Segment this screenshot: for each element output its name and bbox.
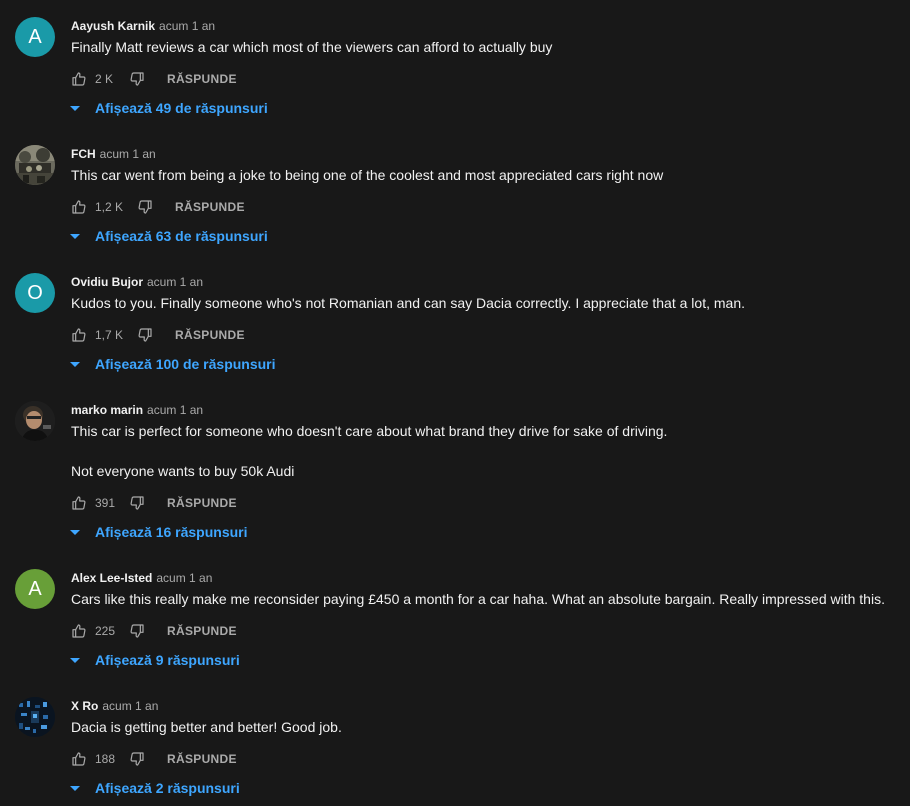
author-name[interactable]: Ovidiu Bujor (71, 275, 143, 289)
thumbs-down-icon[interactable] (129, 623, 145, 639)
comment-header: X Ro acum 1 an (71, 697, 158, 715)
like-count: 225 (95, 624, 116, 638)
avatar[interactable]: A (15, 17, 55, 57)
thumbs-down-icon[interactable] (129, 495, 145, 511)
thumbs-up-icon[interactable] (71, 751, 87, 767)
avatar[interactable]: A (15, 569, 55, 609)
thumbs-down-icon[interactable] (137, 327, 153, 343)
comment-time[interactable]: acum 1 an (156, 571, 212, 585)
avatar-letter: O (27, 281, 43, 304)
view-replies-label: Afișează 2 răspunsuri (95, 780, 240, 796)
comment-actions: 391 RĂSPUNDE (71, 491, 237, 515)
comment-actions: 188 RĂSPUNDE (71, 747, 237, 771)
reply-button[interactable]: RĂSPUNDE (167, 72, 237, 86)
comment-text: Cars like this really make me reconsider… (71, 591, 885, 607)
avatar[interactable] (15, 697, 55, 737)
comment-text: Dacia is getting better and better! Good… (71, 719, 342, 735)
thumbs-up-icon[interactable] (71, 327, 87, 343)
view-replies-label: Afișează 16 răspunsuri (95, 524, 248, 540)
comment-text: Finally Matt reviews a car which most of… (71, 39, 553, 55)
comment-time[interactable]: acum 1 an (159, 19, 215, 33)
comment-header: FCH acum 1 an (71, 145, 156, 163)
view-replies-button[interactable]: Afișează 9 răspunsuri (68, 649, 240, 671)
like-count: 188 (95, 752, 116, 766)
thumbs-down-icon[interactable] (129, 71, 145, 87)
comment-actions: 1,7 K RĂSPUNDE (71, 323, 245, 347)
comment-time[interactable]: acum 1 an (147, 275, 203, 289)
like-count: 1,2 K (95, 200, 124, 214)
view-replies-button[interactable]: Afișează 100 de răspunsuri (68, 353, 276, 375)
thumbs-down-icon[interactable] (137, 199, 153, 215)
avatar[interactable] (15, 145, 55, 185)
reply-button[interactable]: RĂSPUNDE (167, 752, 237, 766)
reply-button[interactable]: RĂSPUNDE (167, 624, 237, 638)
author-name[interactable]: marko marin (71, 403, 143, 417)
caret-down-icon (70, 529, 80, 535)
author-name[interactable]: X Ro (71, 699, 98, 713)
comment-text: This car is perfect for someone who does… (71, 423, 668, 479)
view-replies-label: Afișează 9 răspunsuri (95, 652, 240, 668)
view-replies-label: Afișează 49 de răspunsuri (95, 100, 268, 116)
comment-actions: 1,2 K RĂSPUNDE (71, 195, 245, 219)
avatar-letter: A (28, 577, 42, 600)
avatar-image (15, 401, 55, 441)
caret-down-icon (70, 233, 80, 239)
caret-down-icon (70, 785, 80, 791)
thumbs-up-icon[interactable] (71, 495, 87, 511)
view-replies-button[interactable]: Afișează 16 răspunsuri (68, 521, 248, 543)
comment-time[interactable]: acum 1 an (147, 403, 203, 417)
comment-actions: 225 RĂSPUNDE (71, 619, 237, 643)
comments-section: A Aayush Karnik acum 1 an Finally Matt re… (0, 0, 910, 806)
thumbs-down-icon[interactable] (129, 751, 145, 767)
comment-header: Alex Lee-Isted acum 1 an (71, 569, 212, 587)
author-name[interactable]: Aayush Karnik (71, 19, 155, 33)
thumbs-up-icon[interactable] (71, 623, 87, 639)
comment-actions: 2 K RĂSPUNDE (71, 67, 237, 91)
comment-time[interactable]: acum 1 an (102, 699, 158, 713)
view-replies-button[interactable]: Afișează 49 de răspunsuri (68, 97, 268, 119)
thumbs-up-icon[interactable] (71, 71, 87, 87)
caret-down-icon (70, 657, 80, 663)
view-replies-button[interactable]: Afișează 63 de răspunsuri (68, 225, 268, 247)
reply-button[interactable]: RĂSPUNDE (175, 200, 245, 214)
avatar[interactable]: O (15, 273, 55, 313)
avatar-image (15, 145, 55, 185)
avatar[interactable] (15, 401, 55, 441)
avatar-image (15, 697, 55, 737)
comment-header: marko marin acum 1 an (71, 401, 203, 419)
like-count: 2 K (95, 72, 114, 86)
view-replies-label: Afișează 63 de răspunsuri (95, 228, 268, 244)
comment-header: Ovidiu Bujor acum 1 an (71, 273, 203, 291)
like-count: 1,7 K (95, 328, 124, 342)
author-name[interactable]: Alex Lee-Isted (71, 571, 152, 585)
like-count: 391 (95, 496, 116, 510)
view-replies-label: Afișează 100 de răspunsuri (95, 356, 276, 372)
author-name[interactable]: FCH (71, 147, 96, 161)
reply-button[interactable]: RĂSPUNDE (167, 496, 237, 510)
caret-down-icon (70, 105, 80, 111)
caret-down-icon (70, 361, 80, 367)
avatar-letter: A (28, 25, 42, 48)
thumbs-up-icon[interactable] (71, 199, 87, 215)
comment-text: This car went from being a joke to being… (71, 167, 664, 183)
comment-header: Aayush Karnik acum 1 an (71, 17, 215, 35)
reply-button[interactable]: RĂSPUNDE (175, 328, 245, 342)
comment-time[interactable]: acum 1 an (100, 147, 156, 161)
comment-text: Kudos to you. Finally someone who's not … (71, 295, 745, 311)
view-replies-button[interactable]: Afișează 2 răspunsuri (68, 777, 240, 799)
